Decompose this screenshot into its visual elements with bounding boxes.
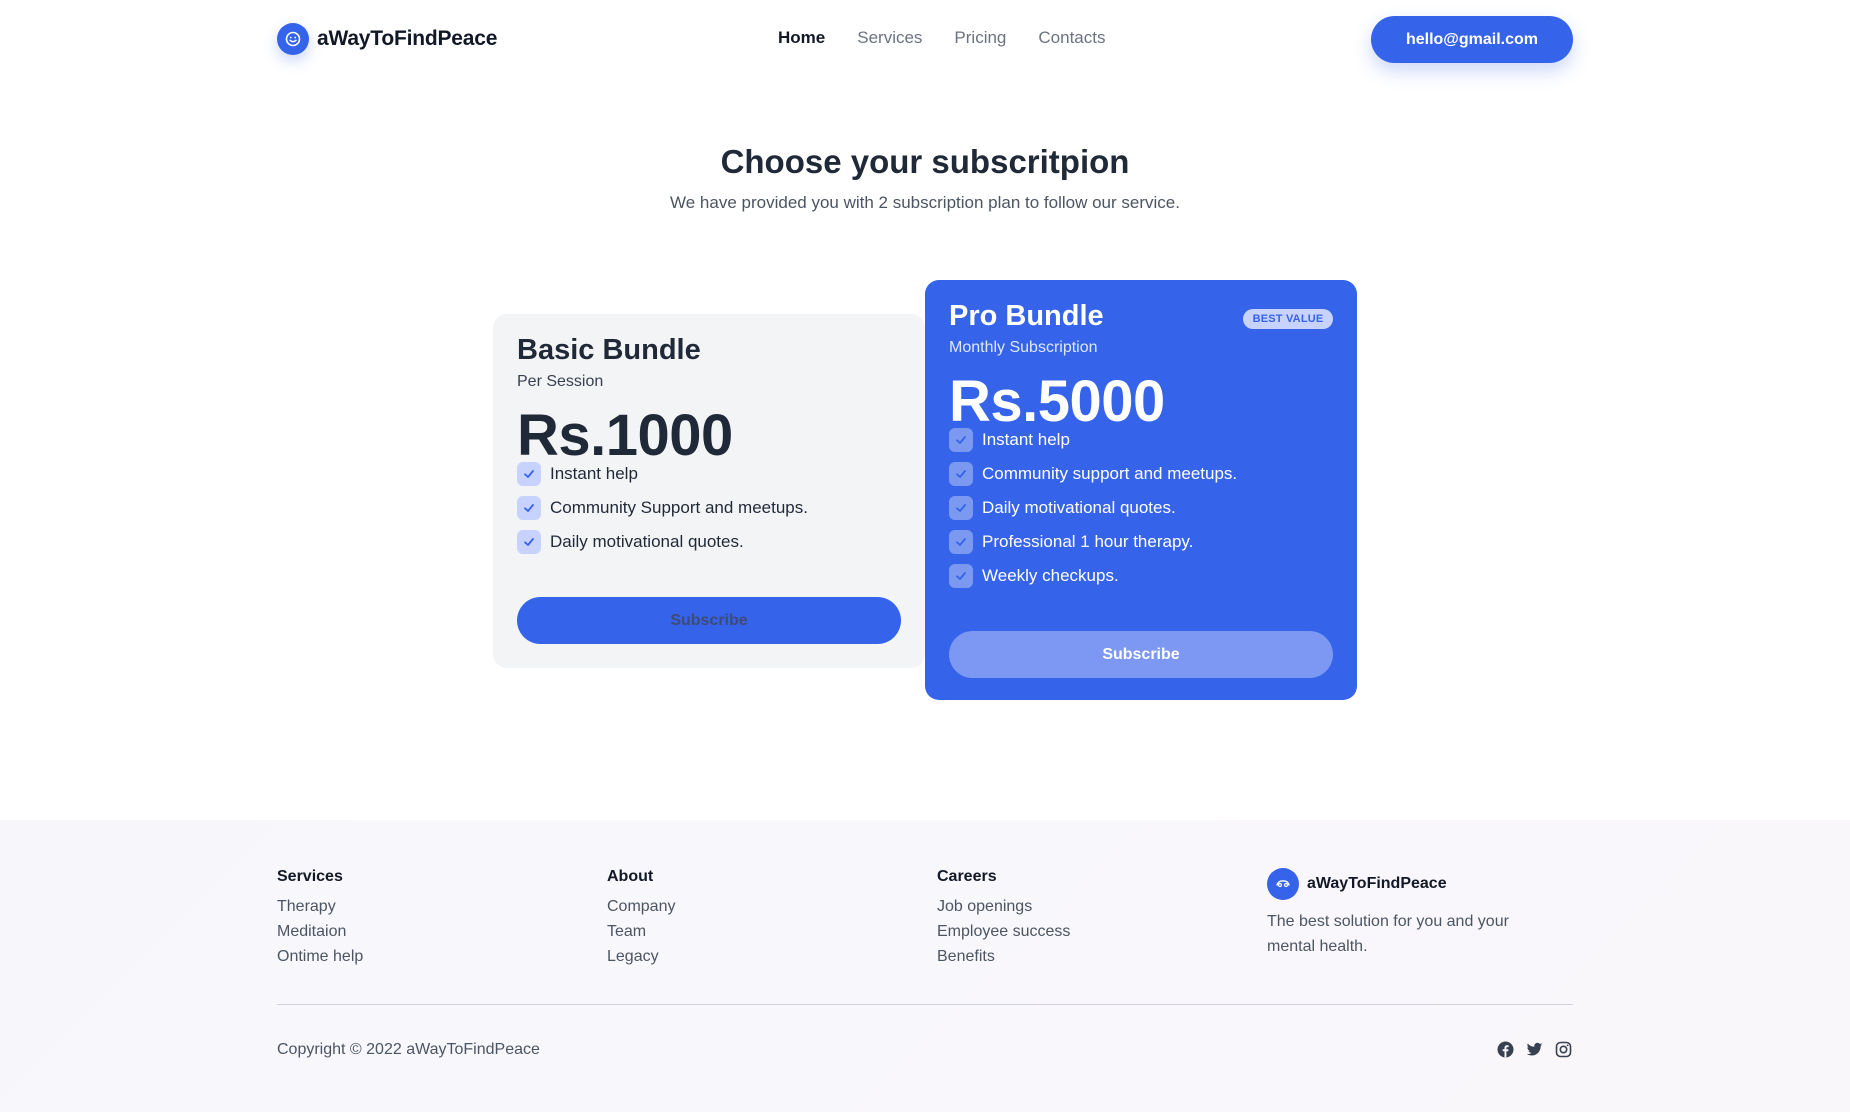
check-icon [949,496,973,520]
check-icon [949,564,973,588]
check-icon [517,530,541,554]
brand[interactable]: aWayToFindPeace [277,23,497,55]
nav-pricing[interactable]: Pricing [954,28,1006,48]
feature-label: Weekly checkups. [982,566,1119,585]
nav-home[interactable]: Home [778,28,825,48]
feature-label: Instant help [982,430,1070,449]
site-header: aWayToFindPeace Home Services Pricing Co… [0,0,1850,78]
footer-heading: About [607,868,654,885]
feature-item: Instant help [949,423,1237,457]
footer-heading: Services [277,868,343,885]
footer-tagline: The best solution for you and your menta… [1267,913,1509,955]
feature-item: Community support and meetups. [949,457,1237,491]
email-button[interactable]: hello@gmail.com [1371,16,1573,63]
main-nav: Home Services Pricing Contacts [778,28,1105,48]
plan-name: Basic Bundle [517,334,701,366]
instagram-icon[interactable] [1555,1041,1572,1058]
footer-link-company[interactable]: Company [607,894,675,919]
feature-list: Instant help Community Support and meetu… [517,457,808,559]
footer-brand-name: aWayToFindPeace [1307,875,1447,892]
brand-name: aWayToFindPeace [317,27,498,50]
check-icon [517,462,541,486]
footer-link-legacy[interactable]: Legacy [607,944,675,969]
copyright-text: Copyright © 2022 aWayToFindPeace [277,1041,540,1058]
page-subtitle: We have provided you with 2 subscription… [670,193,1180,212]
plan-name: Pro Bundle [949,300,1104,332]
twitter-icon[interactable] [1526,1041,1543,1058]
mask-icon [1267,868,1299,900]
feature-item: Professional 1 hour therapy. [949,525,1237,559]
check-icon [949,462,973,486]
footer-column-services: Services Therapy Meditaion Ontime help [277,868,363,969]
best-value-badge: BEST VALUE [1243,309,1333,329]
plan-period: Monthly Subscription [949,339,1098,356]
feature-item: Daily motivational quotes. [949,491,1237,525]
basic-subscribe-button[interactable]: Subscribe [517,597,901,644]
feature-label: Professional 1 hour therapy. [982,532,1194,551]
feature-item: Instant help [517,457,808,491]
feature-label: Instant help [550,464,638,483]
footer-link-job-openings[interactable]: Job openings [937,894,1070,919]
feature-label: Community support and meetups. [982,464,1238,483]
social-links [1497,1041,1572,1058]
check-icon [949,530,973,554]
nav-contacts[interactable]: Contacts [1038,28,1105,48]
feature-list: Instant help Community support and meetu… [949,423,1237,593]
plan-period: Per Session [517,373,604,390]
check-icon [949,428,973,452]
feature-label: Community Support and meetups. [550,498,808,517]
pro-subscribe-button[interactable]: Subscribe [949,631,1333,678]
footer-link-meditation[interactable]: Meditaion [277,919,363,944]
feature-label: Daily motivational quotes. [982,498,1176,517]
smiley-icon [277,23,309,55]
footer-link-ontime-help[interactable]: Ontime help [277,944,363,969]
footer-link-team[interactable]: Team [607,919,675,944]
footer-divider [277,1004,1573,1005]
footer-heading: Careers [937,868,997,885]
feature-item: Weekly checkups. [949,559,1237,593]
footer-brand[interactable]: aWayToFindPeace [1267,868,1447,900]
pro-plan-card: Pro Bundle Monthly Subscription BEST VAL… [925,280,1357,700]
footer-column-about: About Company Team Legacy [607,868,675,969]
check-icon [517,496,541,520]
basic-plan-card: Basic Bundle Per Session Rs.1000 Instant… [493,314,925,668]
footer-column-careers: Careers Job openings Employee success Be… [937,868,1070,969]
feature-item: Community Support and meetups. [517,491,808,525]
page-title: Choose your subscritpion [720,143,1130,180]
footer-link-employee-success[interactable]: Employee success [937,919,1070,944]
footer-link-benefits[interactable]: Benefits [937,944,1070,969]
site-footer: Services Therapy Meditaion Ontime help A… [0,820,1850,1112]
feature-label: Daily motivational quotes. [550,532,744,551]
nav-services[interactable]: Services [857,28,922,48]
feature-item: Daily motivational quotes. [517,525,808,559]
footer-link-therapy[interactable]: Therapy [277,894,363,919]
facebook-icon[interactable] [1497,1041,1514,1058]
